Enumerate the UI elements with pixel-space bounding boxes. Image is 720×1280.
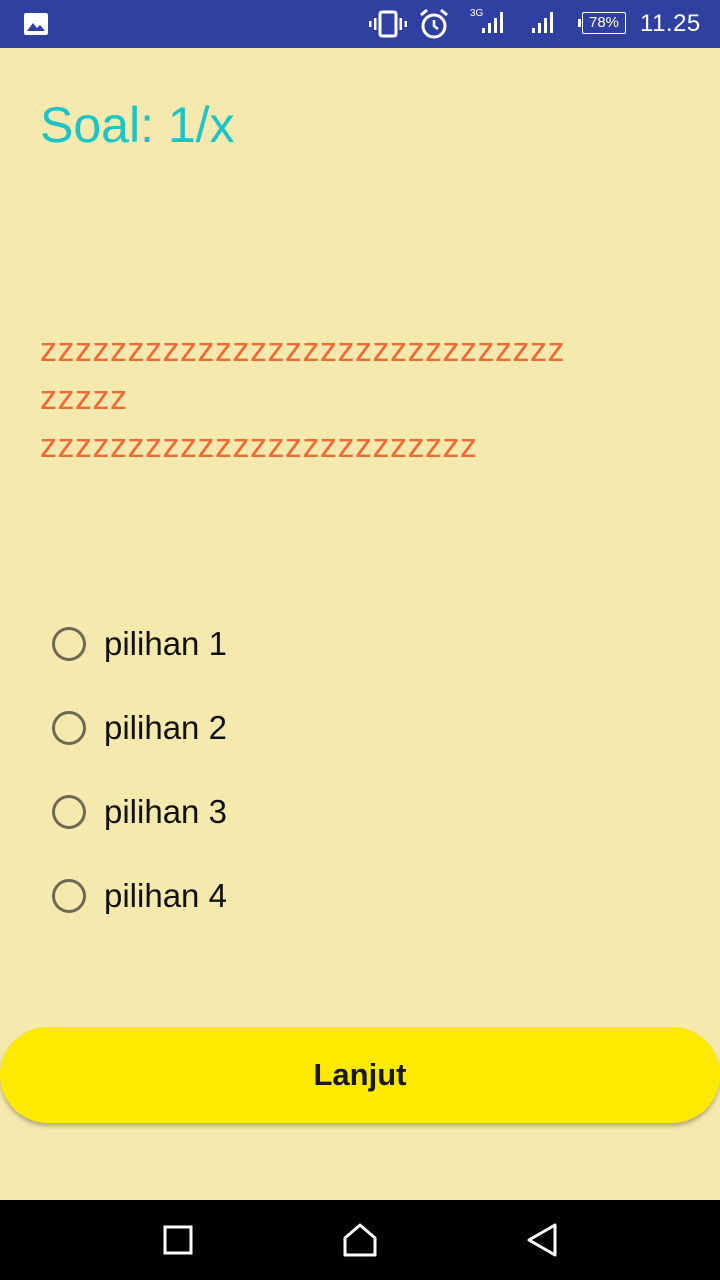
signal-icon: [532, 12, 553, 33]
battery-icon: 78%: [578, 12, 626, 34]
radio-button[interactable]: [52, 711, 86, 745]
answer-options: pilihan 1 pilihan 2 pilihan 3 pilihan 4: [50, 602, 650, 938]
question-line: zzzzz: [40, 379, 128, 417]
question-line: zzzzzzzzzzzzzzzzzzzzzzzzz: [40, 427, 478, 465]
alarm-icon: [420, 8, 448, 39]
radio-button[interactable]: [52, 879, 86, 913]
question-line: zzzzzzzzzzzzzzzzzzzzzzzzzzzzzz: [40, 331, 565, 369]
status-bar: 3G 78% 11.25: [0, 0, 720, 48]
gallery-icon: [24, 13, 48, 35]
option-label[interactable]: pilihan 4: [104, 877, 227, 915]
option-4[interactable]: pilihan 4: [50, 854, 650, 938]
recents-icon[interactable]: [158, 1220, 198, 1260]
option-label[interactable]: pilihan 1: [104, 625, 227, 663]
question-counter: Soal: 1/x: [40, 97, 235, 153]
network-type-label: 3G: [470, 8, 484, 19]
vibrate-icon: [369, 10, 407, 38]
signal-3g-icon: 3G: [470, 8, 503, 33]
status-time: 11.25: [640, 10, 701, 37]
navigation-bar: [0, 1200, 720, 1280]
next-button[interactable]: Lanjut: [0, 1027, 720, 1123]
option-label[interactable]: pilihan 2: [104, 709, 227, 747]
option-1[interactable]: pilihan 1: [50, 602, 650, 686]
question-text: zzzzzzzzzzzzzzzzzzzzzzzzzzzzzz zzzzz zzz…: [40, 326, 680, 470]
option-3[interactable]: pilihan 3: [50, 770, 650, 854]
option-2[interactable]: pilihan 2: [50, 686, 650, 770]
radio-button[interactable]: [52, 795, 86, 829]
back-icon[interactable]: [522, 1220, 562, 1260]
home-icon[interactable]: [340, 1220, 380, 1260]
radio-button[interactable]: [52, 627, 86, 661]
option-label[interactable]: pilihan 3: [104, 793, 227, 831]
